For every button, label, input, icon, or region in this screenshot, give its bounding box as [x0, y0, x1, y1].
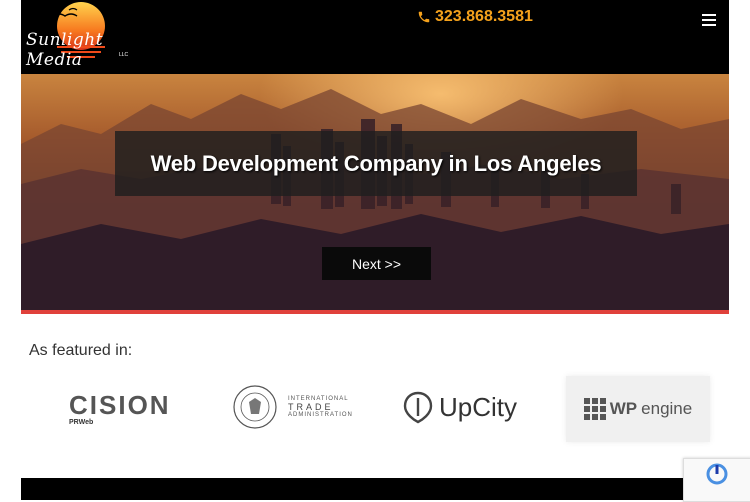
logo-llc: LLC [119, 52, 129, 58]
recaptcha-badge[interactable] [683, 458, 750, 502]
upcity-logo[interactable]: UpCity [401, 390, 517, 424]
ita-text: INTERNATIONAL TRADE ADMINISTRATION [288, 395, 353, 419]
cision-text: CISION [69, 390, 171, 420]
hero-title: Web Development Company in Los Angeles [150, 150, 602, 176]
wp-text: WP [609, 399, 638, 418]
logo-text: Sunlight Media [26, 30, 104, 70]
page-frame: Sunlight Media LLC 323.868.3581 Web Deve… [21, 0, 729, 500]
next-button[interactable]: Next >> [322, 247, 431, 280]
footer-bar [21, 478, 729, 500]
phone-number: 323.868.3581 [435, 8, 533, 25]
upcity-pin-icon [403, 391, 433, 424]
phone-link[interactable]: 323.868.3581 [417, 8, 533, 26]
ita-logo[interactable]: INTERNATIONAL TRADE ADMINISTRATION [232, 384, 353, 430]
upcity-text: UpCity [439, 391, 518, 422]
featured-logos-row: CISION PRWeb INTERNATIONAL TRADE ADMINIS… [21, 372, 729, 447]
featured-heading: As featured in: [29, 342, 133, 359]
wpengine-logo[interactable]: WP engine [566, 376, 710, 442]
recaptcha-icon [706, 463, 728, 485]
department-of-commerce-seal-icon [233, 385, 277, 429]
sunlight-media-logo[interactable]: Sunlight Media LLC [23, 2, 141, 70]
phone-icon [418, 11, 430, 23]
site-header: Sunlight Media LLC 323.868.3581 [21, 0, 729, 74]
engine-text: engine [641, 399, 693, 418]
wpengine-grid-icon [583, 398, 606, 420]
hero-banner: Web Development Company in Los Angeles N… [21, 74, 729, 310]
hero-title-box: Web Development Company in Los Angeles [115, 131, 637, 196]
cision-logo[interactable]: CISION PRWeb [69, 390, 171, 426]
hamburger-menu-icon[interactable] [702, 14, 716, 26]
ita-line-3: ADMINISTRATION [288, 412, 353, 418]
ita-line-2: TRADE [288, 402, 334, 412]
red-divider [21, 310, 729, 314]
